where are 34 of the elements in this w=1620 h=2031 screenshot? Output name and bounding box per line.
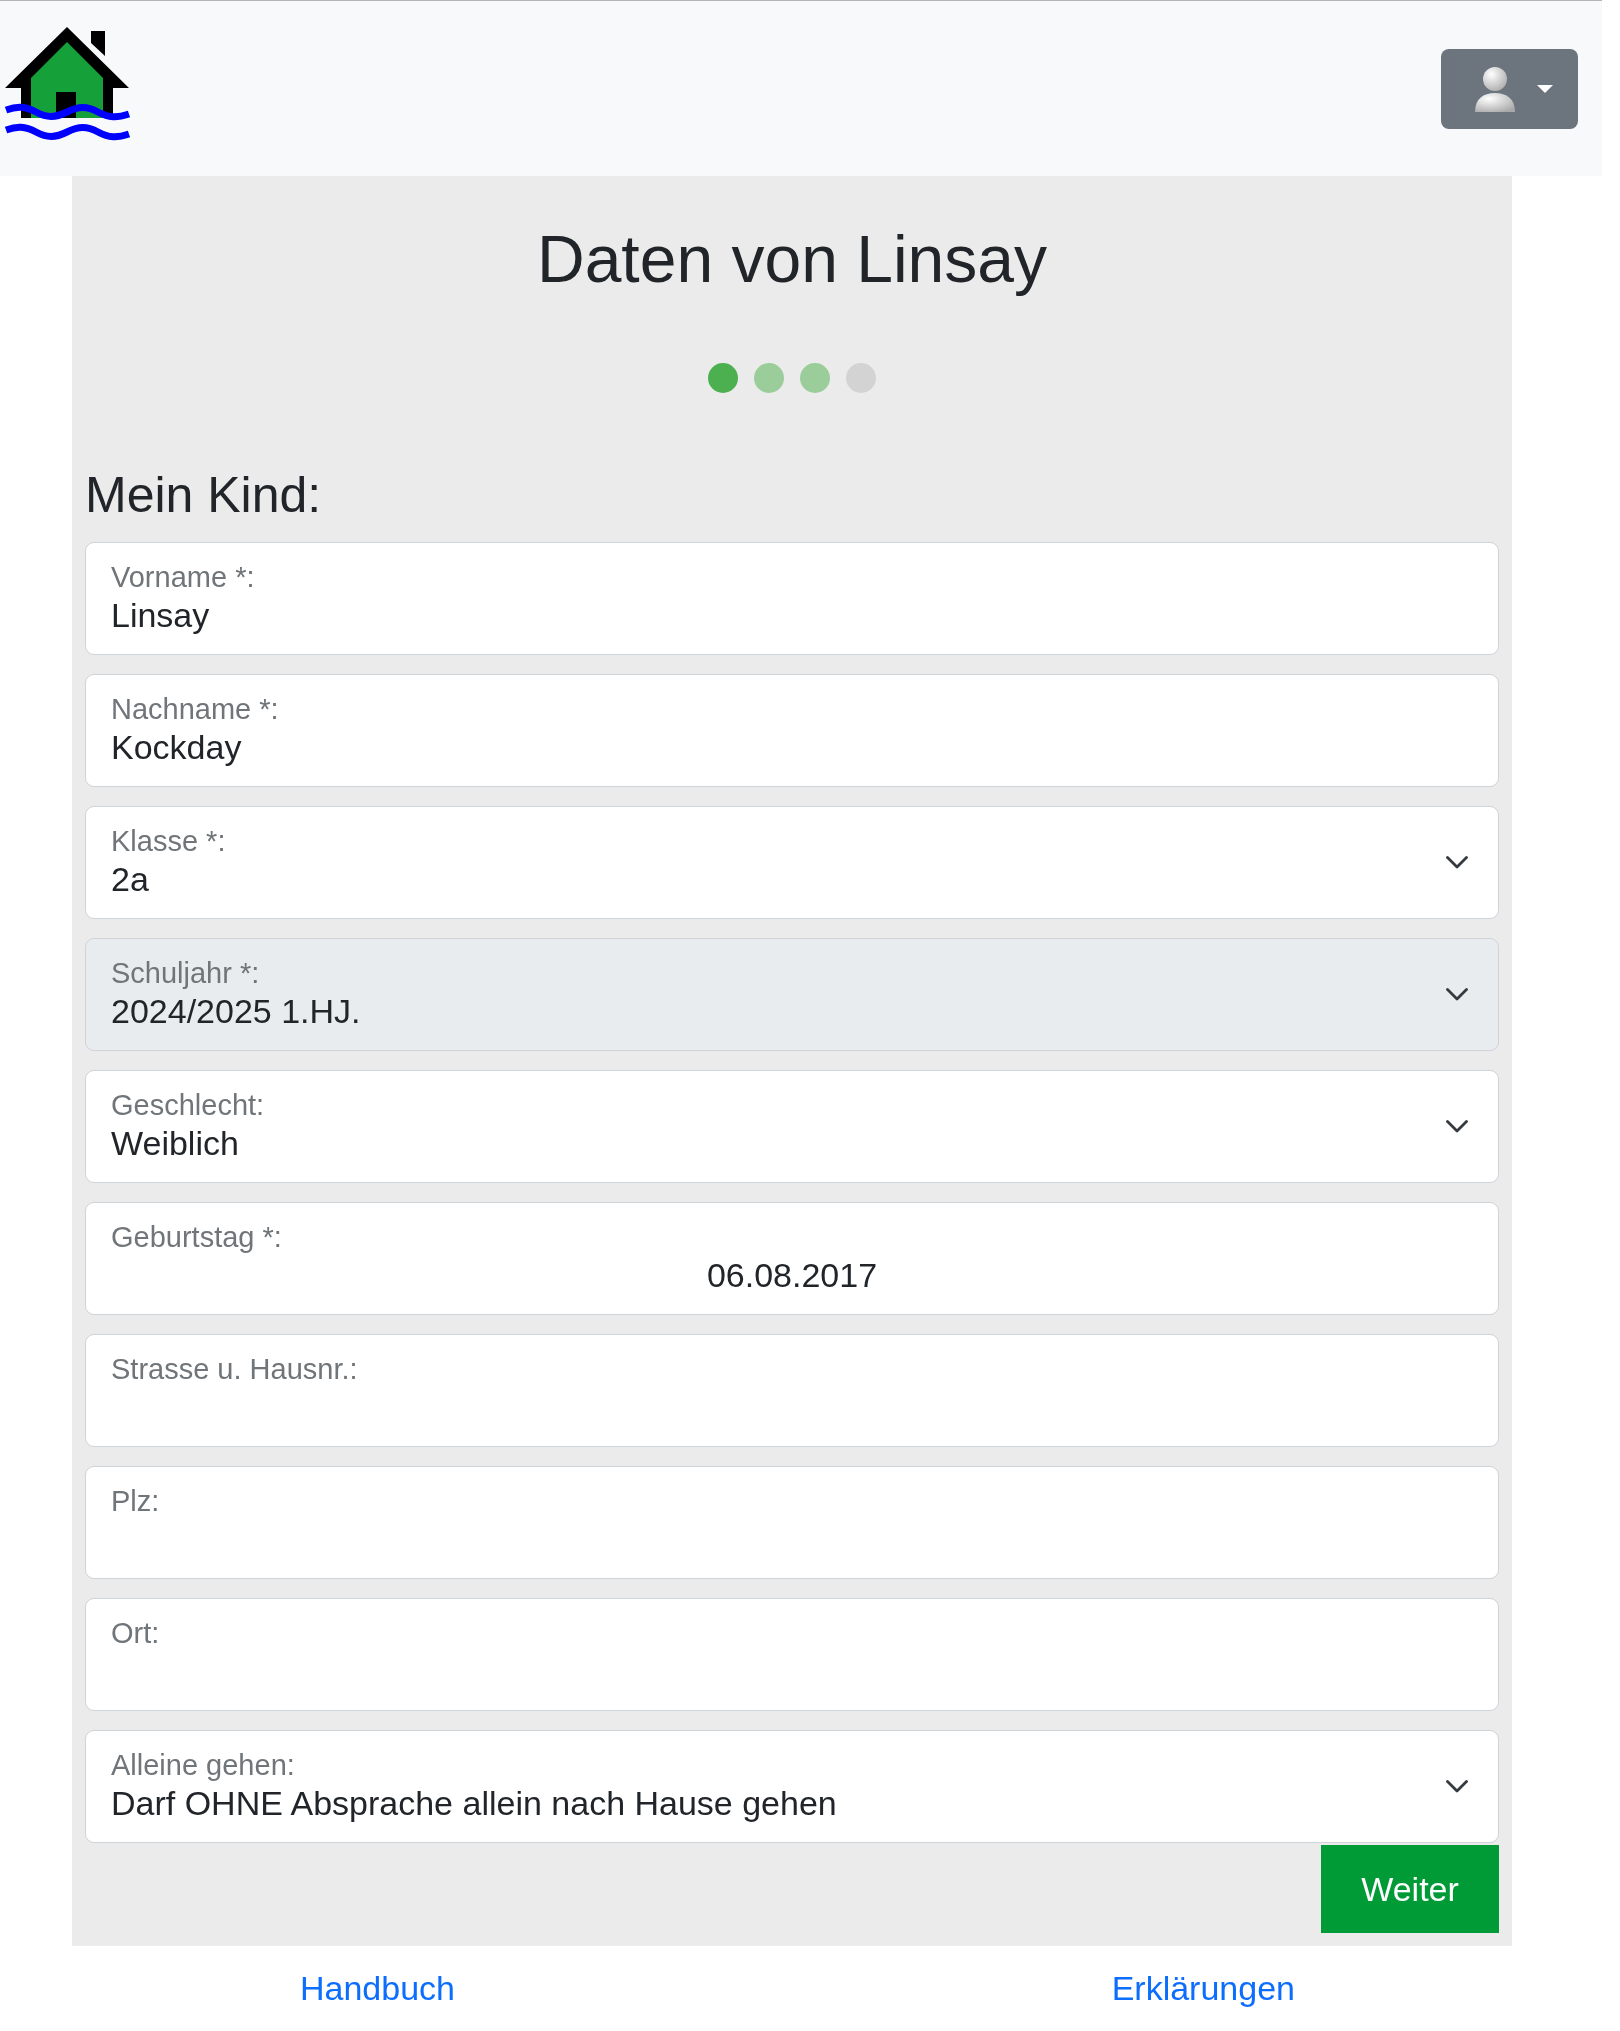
chevron-down-icon <box>1446 1120 1468 1133</box>
page-title: Daten von Linsay <box>536 221 1048 298</box>
field-label: Nachname *: <box>111 692 280 727</box>
field-label: Schuljahr *: <box>111 956 261 991</box>
field-label: Vorname *: <box>111 560 256 595</box>
step-dot-icon[interactable] <box>708 363 738 393</box>
date-field[interactable]: Geburtstag *: 06.08.2017 <box>85 1202 1499 1315</box>
field-label: Geburtstag *: <box>111 1220 283 1255</box>
text-field[interactable]: Ort: <box>85 1598 1499 1711</box>
chevron-down-icon <box>1446 1780 1468 1793</box>
footer-link[interactable]: Handbuch <box>300 1968 455 2009</box>
footer-link[interactable]: Erklärungen <box>1111 1968 1295 2009</box>
user-menu-button[interactable] <box>1441 49 1578 129</box>
field-label: Alleine gehen: <box>111 1748 296 1783</box>
field-label: Strasse u. Hausnr.: <box>111 1352 359 1387</box>
step-dot-icon[interactable] <box>800 363 830 393</box>
field-label: Plz: <box>111 1484 161 1519</box>
field-label: Geschlecht: <box>111 1088 266 1123</box>
text-field[interactable]: Strasse u. Hausnr.: <box>85 1334 1499 1447</box>
section-heading: Mein Kind: <box>85 466 323 525</box>
select-field[interactable]: Klasse *: 2a <box>85 806 1499 919</box>
step-dot-icon[interactable] <box>754 363 784 393</box>
select-field[interactable]: Geschlecht: Weiblich <box>85 1070 1499 1183</box>
next-button[interactable]: Weiter <box>1321 1845 1499 1933</box>
field-label: Ort: <box>111 1616 161 1651</box>
field-label: Klasse *: <box>111 824 227 859</box>
chevron-down-icon <box>1446 988 1468 1001</box>
text-field[interactable]: Plz: <box>85 1466 1499 1579</box>
chevron-down-icon <box>1446 856 1468 869</box>
user-avatar-icon <box>1472 66 1517 112</box>
select-field[interactable]: Alleine gehen: Darf OHNE Absprache allein nach Hause gehen <box>85 1730 1499 1843</box>
text-field[interactable]: Vorname *: Linsay <box>85 542 1499 655</box>
text-field[interactable]: Nachname *: Kockday <box>85 674 1499 787</box>
caret-down-icon <box>1536 85 1553 93</box>
